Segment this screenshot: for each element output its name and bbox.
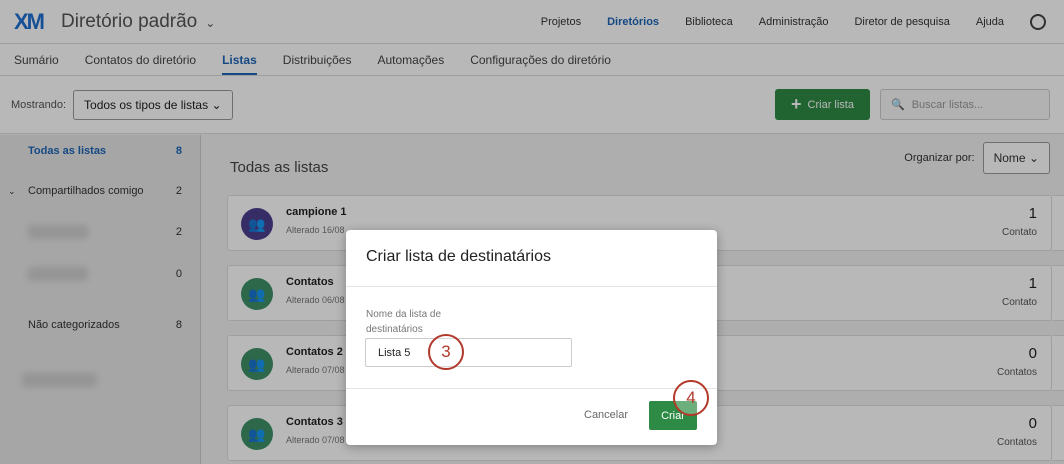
create-list-modal: Criar lista de destinatários Nome da lis… xyxy=(346,230,717,445)
field-label: Nome da lista de destinatários xyxy=(366,309,442,335)
modal-footer-divider xyxy=(346,388,717,389)
cancel-button[interactable]: Cancelar xyxy=(584,409,628,421)
list-name-input[interactable]: Lista 5 xyxy=(365,338,572,367)
step-3-annotation: 3 xyxy=(428,334,464,370)
modal-title: Criar lista de destinatários xyxy=(346,230,717,287)
step-4-annotation: 4 xyxy=(673,380,709,416)
